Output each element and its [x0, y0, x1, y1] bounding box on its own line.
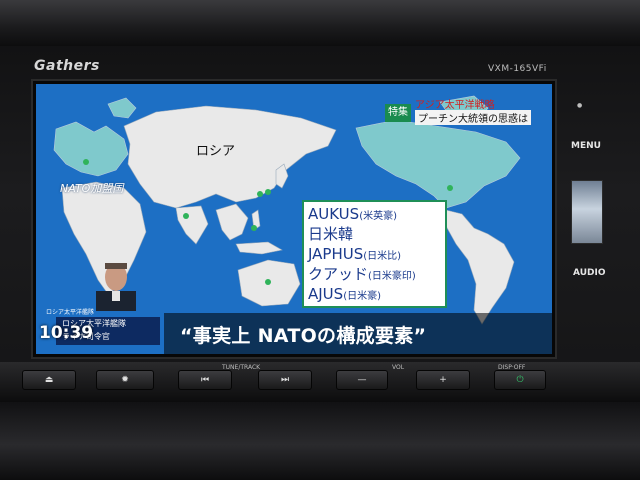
- subtitle-text: “事実上 NATOの構成要素”: [180, 325, 427, 347]
- top-bezel: [0, 0, 640, 46]
- dashboard-panel: [0, 402, 640, 480]
- russia-label: ロシア: [196, 144, 236, 159]
- alliance-item: AUKUS(米英豪): [308, 204, 441, 224]
- eject-button[interactable]: ⏏: [22, 370, 76, 390]
- alliance-item: クアッド(日米豪印): [308, 264, 441, 284]
- prev-track-button[interactable]: ⏮: [178, 370, 232, 390]
- headline-box: 特集 アジア太平洋戦略 プーチン大統領の思惑は: [385, 96, 550, 140]
- next-track-button[interactable]: ⏭: [258, 370, 312, 390]
- alliance-item: JAPHUS(日米比): [308, 244, 441, 264]
- alliance-members: (日米豪印): [368, 271, 416, 282]
- alliance-list: AUKUS(米英豪) 日米韓 JAPHUS(日米比) クアッド(日米豪印) AJ…: [302, 200, 447, 308]
- volume-down-button[interactable]: —: [336, 370, 388, 390]
- menu-button[interactable]: MENU: [571, 141, 601, 151]
- settings-button[interactable]: ✹: [96, 370, 154, 390]
- vol-label: VOL: [392, 364, 405, 371]
- brand-logo: Gathers: [34, 58, 100, 74]
- alliance-name: AUKUS: [308, 205, 360, 223]
- clock: 10:39: [39, 323, 94, 343]
- subtitle-bar: “事実上 NATOの構成要素”: [164, 313, 552, 354]
- display-screen: ロシア NATO加盟国 特集 アジア太平洋戦略 プーチン大統領の思惑は AUKU…: [36, 84, 552, 354]
- headline-line-2: プーチン大統領の思惑は: [415, 110, 531, 125]
- volume-up-button[interactable]: +: [416, 370, 470, 390]
- alliance-name: 日米韓: [308, 225, 354, 243]
- alliance-name: AJUS: [308, 285, 344, 303]
- headline-line-1: アジア太平洋戦略: [415, 100, 495, 111]
- alliance-members: (日米豪): [343, 291, 381, 302]
- alliance-item: AJUS(日米豪): [308, 284, 441, 304]
- power-button[interactable]: ⏻: [494, 370, 546, 390]
- alliance-members: (米英豪): [359, 211, 397, 222]
- alliance-name: JAPHUS: [308, 245, 364, 263]
- model-number: VXM-165VFi: [488, 64, 547, 74]
- caption-small-label: ロシア太平洋艦隊: [46, 309, 95, 316]
- audio-button[interactable]: AUDIO: [573, 268, 605, 278]
- alliance-name: クアッド: [308, 265, 369, 283]
- alliance-item: 日米韓: [308, 224, 441, 244]
- navigation-unit: Gathers VXM-165VFi ● MENU AUDIO ロシア NATO…: [0, 0, 640, 480]
- disc-slot: [571, 180, 603, 244]
- feature-tag: 特集: [385, 104, 411, 122]
- small-indicator-label: ●: [577, 102, 583, 109]
- alliance-members: (日米比): [363, 251, 402, 262]
- nato-label: NATO加盟国: [60, 182, 124, 195]
